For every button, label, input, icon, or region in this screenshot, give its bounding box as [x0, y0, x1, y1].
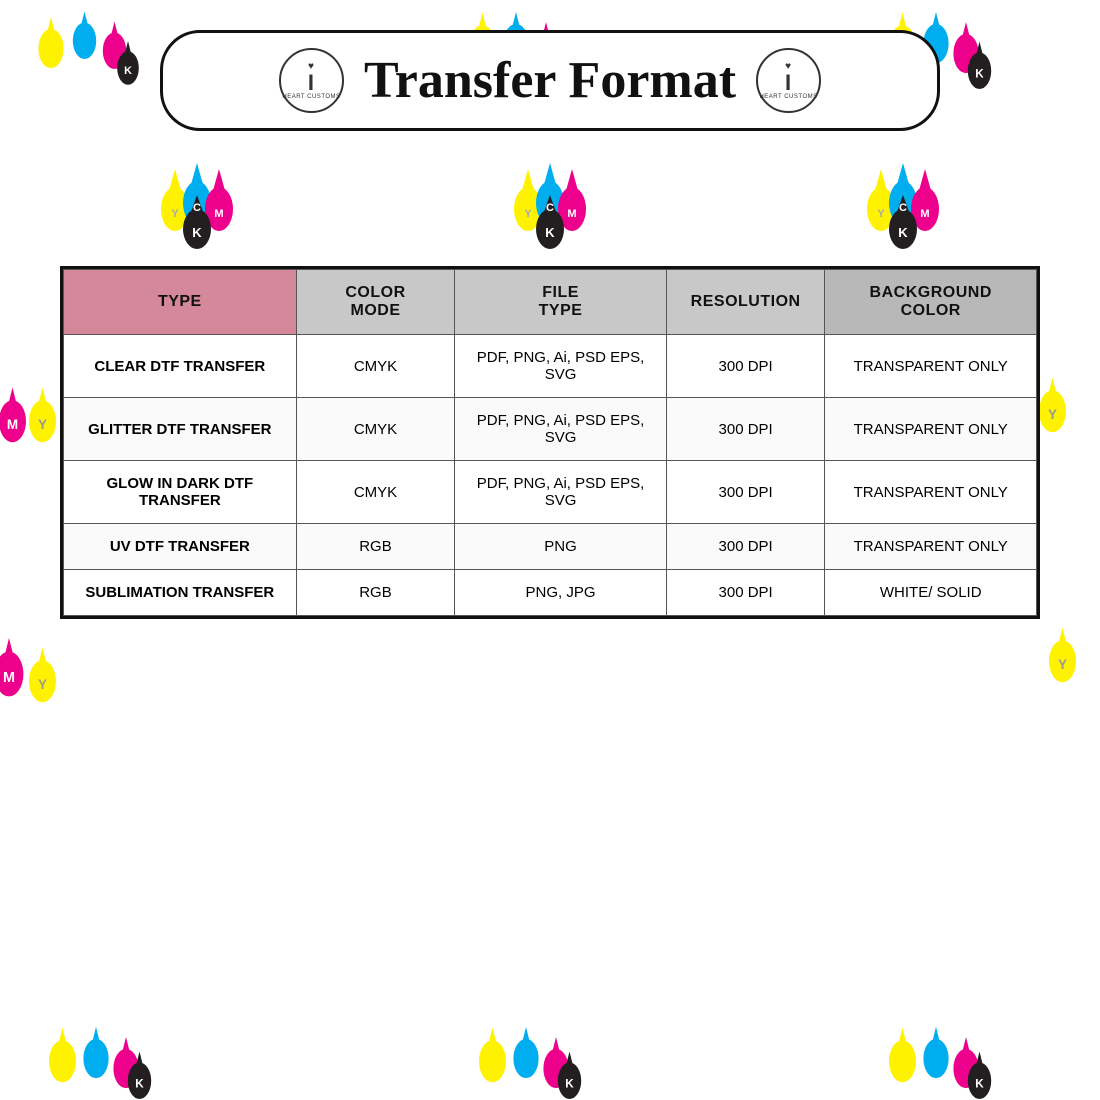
page-title: Transfer Format — [364, 51, 736, 110]
table-row: GLOW IN DARK DTF TRANSFERCMYKPDF, PNG, A… — [64, 461, 1037, 524]
table-row: SUBLIMATION TRANSFERRGBPNG, JPG300 DPIWH… — [64, 570, 1037, 616]
svg-text:M: M — [567, 208, 576, 220]
svg-text:K: K — [192, 225, 202, 240]
col-header-file-type: FILETYPE — [455, 270, 667, 335]
logo-letter-right: i — [785, 72, 792, 94]
svg-text:M: M — [921, 208, 930, 220]
cell-file-type: PDF, PNG, Ai, PSD EPS, SVG — [455, 335, 667, 398]
svg-text:K: K — [135, 1077, 144, 1090]
cell-resolution: 300 DPI — [666, 524, 825, 570]
cell-type: GLOW IN DARK DTF TRANSFER — [64, 461, 297, 524]
cell-file-type: PDF, PNG, Ai, PSD EPS, SVG — [455, 398, 667, 461]
svg-text:C: C — [546, 202, 554, 214]
svg-text:M: M — [3, 670, 15, 686]
table-row: UV DTF TRANSFERRGBPNG300 DPITRANSPARENT … — [64, 524, 1037, 570]
svg-text:Y: Y — [1058, 657, 1067, 672]
svg-text:M: M — [214, 208, 223, 220]
cell-bg-color: WHITE/ SOLID — [825, 570, 1037, 616]
logo-subtext-left: HEART CUSTOMS — [282, 94, 340, 100]
svg-text:K: K — [545, 225, 555, 240]
col-header-resolution: RESOLUTION — [666, 270, 825, 335]
cell-bg-color: TRANSPARENT ONLY — [825, 398, 1037, 461]
cell-file-type: PNG, JPG — [455, 570, 667, 616]
svg-text:Y: Y — [38, 677, 47, 692]
cmyk-drops-1: K Y C M — [147, 151, 247, 251]
cell-color-mode: RGB — [296, 570, 455, 616]
svg-text:Y: Y — [878, 208, 886, 220]
cell-type: UV DTF TRANSFER — [64, 524, 297, 570]
cmyk-drops-3: K Y C M — [853, 151, 953, 251]
svg-text:C: C — [193, 202, 201, 214]
title-banner: ♥ i HEART CUSTOMS Transfer Format ♥ i HE… — [160, 30, 940, 131]
table-row: GLITTER DTF TRANSFERCMYKPDF, PNG, Ai, PS… — [64, 398, 1037, 461]
cell-resolution: 300 DPI — [666, 398, 825, 461]
logo-right: ♥ i HEART CUSTOMS — [756, 48, 821, 113]
cell-bg-color: TRANSPARENT ONLY — [825, 524, 1037, 570]
svg-text:C: C — [899, 202, 907, 214]
cell-type: SUBLIMATION TRANSFER — [64, 570, 297, 616]
col-header-bg-color: BACKGROUNDCOLOR — [825, 270, 1037, 335]
logo-subtext-right: HEART CUSTOMS — [759, 94, 817, 100]
cell-resolution: 300 DPI — [666, 461, 825, 524]
svg-text:Y: Y — [171, 208, 179, 220]
cell-color-mode: RGB — [296, 524, 455, 570]
cell-type: CLEAR DTF TRANSFER — [64, 335, 297, 398]
cell-resolution: 300 DPI — [666, 335, 825, 398]
cell-bg-color: TRANSPARENT ONLY — [825, 461, 1037, 524]
cmyk-drops-2: K Y C M — [500, 151, 600, 251]
cell-color-mode: CMYK — [296, 335, 455, 398]
svg-text:K: K — [565, 1077, 574, 1090]
logo-left: ♥ i HEART CUSTOMS — [279, 48, 344, 113]
cell-color-mode: CMYK — [296, 398, 455, 461]
cmyk-drops-row: K Y C M K Y C M — [20, 151, 1080, 251]
cell-type: GLITTER DTF TRANSFER — [64, 398, 297, 461]
cell-resolution: 300 DPI — [666, 570, 825, 616]
transfer-format-table: TYPE COLORMODE FILETYPE RESOLUTION BACKG… — [60, 266, 1040, 619]
svg-text:K: K — [975, 1077, 984, 1090]
logo-letter-left: i — [308, 72, 315, 94]
svg-text:K: K — [899, 225, 909, 240]
col-header-color-mode: COLORMODE — [296, 270, 455, 335]
col-header-type: TYPE — [64, 270, 297, 335]
cell-file-type: PNG — [455, 524, 667, 570]
cell-color-mode: CMYK — [296, 461, 455, 524]
cell-file-type: PDF, PNG, Ai, PSD EPS, SVG — [455, 461, 667, 524]
table-row: CLEAR DTF TRANSFERCMYKPDF, PNG, Ai, PSD … — [64, 335, 1037, 398]
svg-text:Y: Y — [524, 208, 532, 220]
cell-bg-color: TRANSPARENT ONLY — [825, 335, 1037, 398]
